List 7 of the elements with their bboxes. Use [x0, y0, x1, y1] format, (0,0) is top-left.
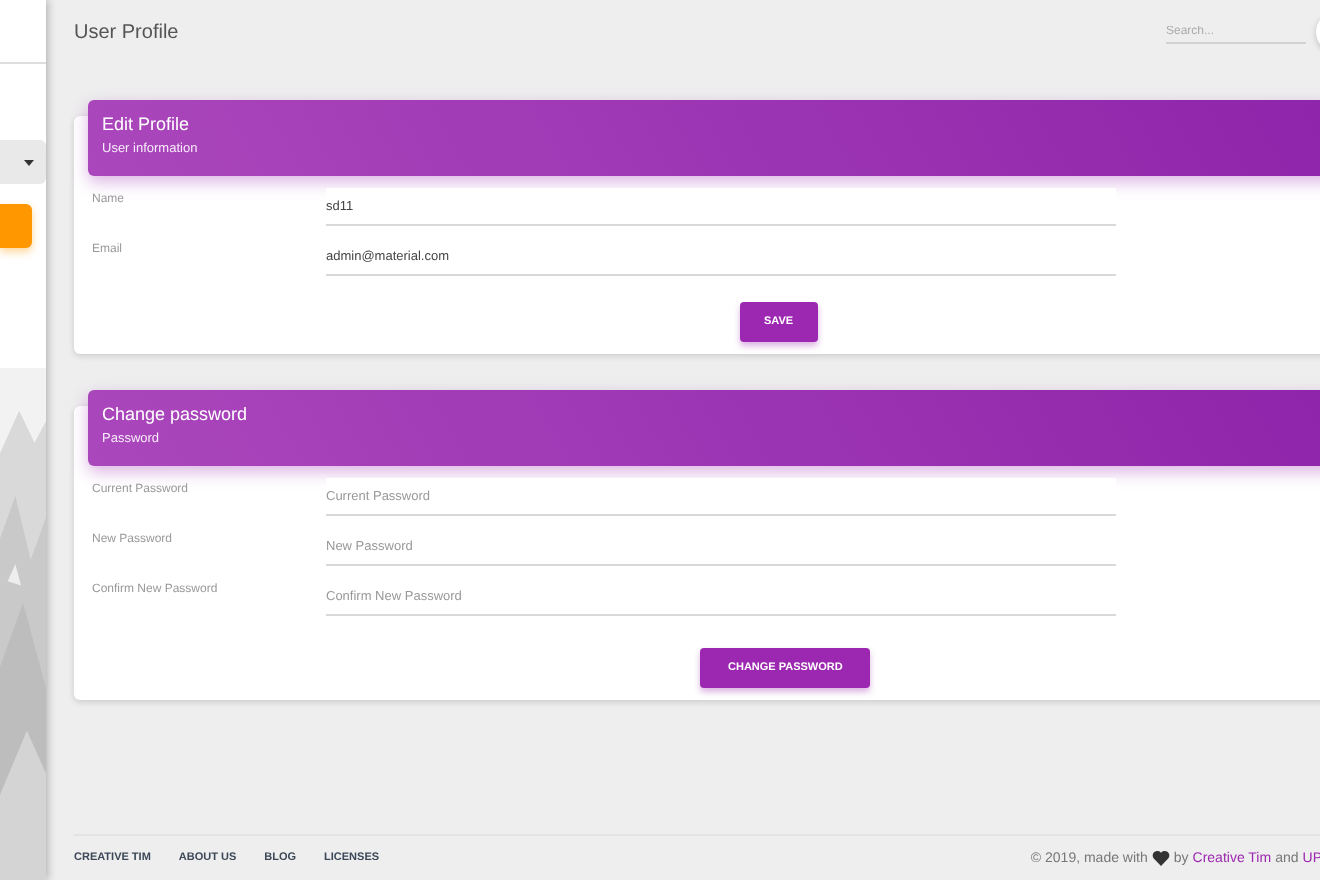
card-title: Edit Profile — [102, 114, 192, 134]
heart-icon — [1151, 850, 1170, 866]
caret-icon — [24, 159, 34, 165]
page-title: User Profile — [74, 21, 179, 43]
card-title: Change password — [102, 404, 250, 424]
sidebar-item[interactable] — [0, 140, 46, 184]
sidebar-item[interactable] — [0, 204, 32, 248]
